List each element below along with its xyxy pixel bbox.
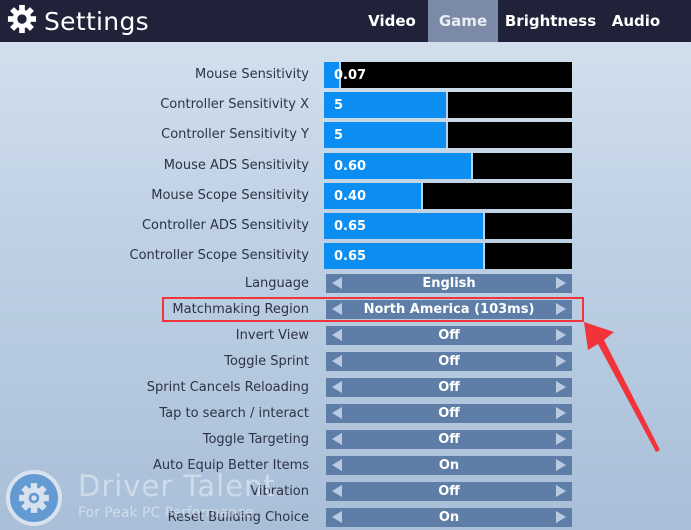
invert-view-selector[interactable]: Off	[326, 326, 572, 345]
slider-value: 0.65	[334, 219, 367, 234]
selector-value: On	[438, 458, 460, 473]
tab-bar: Video Game Brightness Audio	[356, 0, 691, 42]
tab-brightness[interactable]: Brightness	[498, 0, 603, 42]
slider-value: 5	[334, 128, 344, 143]
setting-label: Tap to search / interact	[159, 406, 309, 421]
arrow-right-icon[interactable]	[556, 459, 566, 471]
settings-header: Settings	[7, 4, 149, 38]
slider-value: 0.60	[334, 159, 367, 174]
arrow-right-icon[interactable]	[556, 381, 566, 393]
auto-equip-selector[interactable]: On	[326, 456, 572, 475]
setting-label: Controller Scope Sensitivity	[129, 248, 310, 263]
arrow-right-icon[interactable]	[556, 407, 566, 419]
toggle-sprint-selector[interactable]: Off	[326, 352, 572, 371]
setting-label: Sprint Cancels Reloading	[146, 380, 309, 395]
setting-label: Toggle Targeting	[202, 432, 309, 447]
controller-ads-sensitivity-slider[interactable]: 0.65	[324, 213, 572, 239]
toggle-targeting-selector[interactable]: Off	[326, 430, 572, 449]
slider-value: 0.07	[334, 68, 367, 83]
controller-scope-sensitivity-slider[interactable]: 0.65	[324, 243, 572, 269]
setting-label: Language	[244, 276, 309, 291]
language-selector[interactable]: English	[326, 274, 572, 293]
arrow-right-icon[interactable]	[556, 355, 566, 367]
tab-video[interactable]: Video	[356, 0, 428, 42]
selector-value: Off	[438, 354, 460, 369]
setting-label: Controller Sensitivity X	[160, 97, 309, 112]
selector-value: English	[422, 276, 476, 291]
selector-value: Off	[438, 484, 460, 499]
tab-audio[interactable]: Audio	[603, 0, 669, 42]
arrow-right-icon[interactable]	[556, 329, 566, 341]
setting-label: Mouse Sensitivity	[195, 67, 309, 82]
setting-row-mouse-ads-sensitivity: Mouse ADS Sensitivity 0.60	[0, 153, 691, 179]
setting-row-controller-ads-sensitivity: Controller ADS Sensitivity 0.65	[0, 213, 691, 239]
sprint-cancels-reloading-selector[interactable]: Off	[326, 378, 572, 397]
setting-label: Invert View	[235, 328, 309, 343]
selector-value: Off	[438, 406, 460, 421]
selector-value: Off	[438, 432, 460, 447]
setting-label: Controller ADS Sensitivity	[141, 218, 309, 233]
mouse-scope-sensitivity-slider[interactable]: 0.40	[324, 183, 572, 209]
annotation-highlight-box	[162, 297, 584, 322]
tap-to-search-selector[interactable]: Off	[326, 404, 572, 423]
reset-building-choice-selector[interactable]: On	[326, 508, 572, 527]
watermark-subtitle: For Peak PC Performance	[78, 505, 254, 521]
arrow-right-icon[interactable]	[556, 277, 566, 289]
vibration-selector[interactable]: Off	[326, 482, 572, 501]
slider-value: 0.40	[334, 189, 367, 204]
tab-game[interactable]: Game	[428, 0, 498, 42]
arrow-right-icon[interactable]	[556, 485, 566, 497]
slider-value: 5	[334, 98, 344, 113]
controller-sensitivity-y-slider[interactable]: 5	[324, 122, 572, 148]
setting-row-mouse-sensitivity: Mouse Sensitivity 0.07	[0, 62, 691, 88]
selector-value: On	[438, 510, 460, 525]
setting-label: Mouse Scope Sensitivity	[151, 188, 309, 203]
selector-value: Off	[438, 328, 460, 343]
setting-label: Controller Sensitivity Y	[161, 127, 309, 142]
arrow-right-icon[interactable]	[556, 511, 566, 523]
annotation-arrow-icon	[584, 322, 660, 452]
selector-value: Off	[438, 380, 460, 395]
watermark-title: Driver Talent	[78, 469, 276, 503]
page-title: Settings	[44, 6, 149, 36]
top-bar: Settings Video Game Brightness Audio	[0, 0, 691, 42]
watermark: Driver Talent For Peak PC Performance	[6, 465, 306, 530]
mouse-ads-sensitivity-slider[interactable]: 0.60	[324, 153, 572, 179]
setting-label: Mouse ADS Sensitivity	[163, 158, 309, 173]
setting-row-controller-scope-sensitivity: Controller Scope Sensitivity 0.65	[0, 243, 691, 269]
setting-row-controller-sensitivity-x: Controller Sensitivity X 5	[0, 92, 691, 118]
watermark-logo-gear-icon	[6, 470, 62, 526]
mouse-sensitivity-slider[interactable]: 0.07	[324, 62, 572, 88]
arrow-right-icon[interactable]	[556, 433, 566, 445]
setting-row-controller-sensitivity-y: Controller Sensitivity Y 5	[0, 122, 691, 148]
gear-icon	[7, 4, 37, 38]
controller-sensitivity-x-slider[interactable]: 5	[324, 92, 572, 118]
slider-value: 0.65	[334, 249, 367, 264]
setting-row-mouse-scope-sensitivity: Mouse Scope Sensitivity 0.40	[0, 183, 691, 209]
setting-label: Toggle Sprint	[224, 354, 309, 369]
